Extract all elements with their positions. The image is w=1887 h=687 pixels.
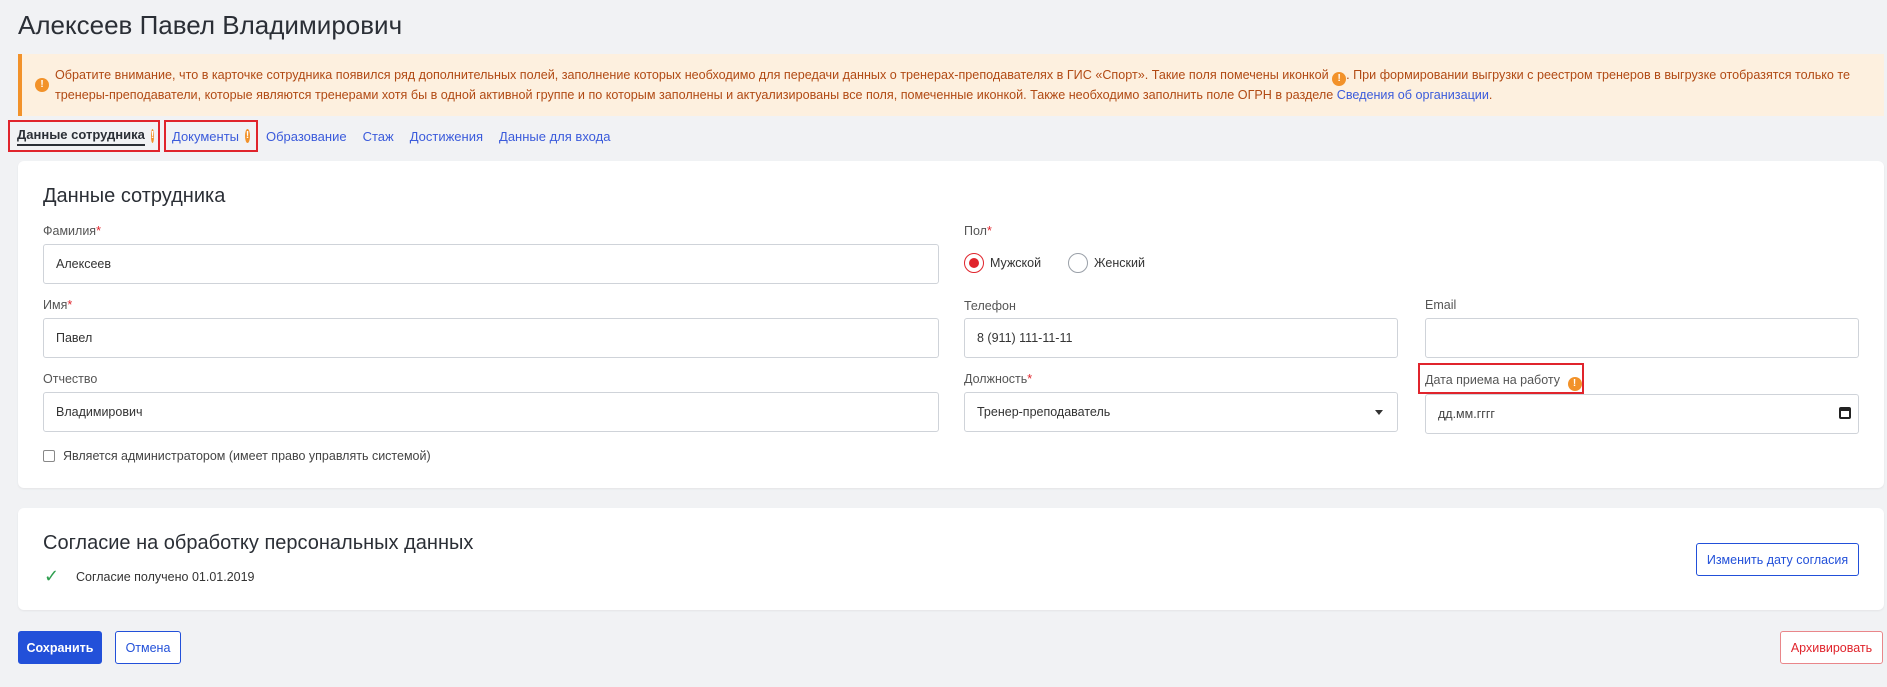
save-button[interactable]: Сохранить [18, 631, 102, 664]
warning-icon: ! [245, 129, 250, 143]
warning-icon: ! [35, 78, 49, 92]
check-icon: ✓ [44, 566, 60, 586]
radio-label: Мужской [990, 256, 1042, 270]
is-admin-label: Является администратором (имеет право уп… [63, 449, 431, 463]
warning-icon: ! [1332, 72, 1347, 86]
alert-text-after: . [1488, 88, 1493, 102]
hire-date-input[interactable]: дд.мм.гггг [1425, 394, 1859, 434]
cancel-button[interactable]: Отмена [115, 631, 181, 664]
firstname-input[interactable]: Павел [43, 318, 939, 358]
hire-date-label: Дата приема на работу ! [1425, 373, 1582, 391]
organization-info-link[interactable]: Сведения об организации [1337, 88, 1489, 102]
caret-down-icon [1375, 410, 1383, 415]
middlename-label: Отчество [43, 372, 98, 386]
tab-achievements[interactable]: Достижения [402, 120, 491, 152]
tab-documents[interactable]: Документы ! [164, 120, 258, 152]
email-label: Email [1425, 298, 1457, 312]
firstname-label: Имя* [43, 298, 73, 312]
position-select[interactable]: Тренер-преподаватель [964, 392, 1398, 432]
employee-data-card: Данные сотрудника Фамилия* Алексеев Имя*… [18, 161, 1884, 488]
gender-label: Пол* [964, 224, 992, 238]
tab-label: Данные сотрудника [17, 127, 145, 146]
tab-education[interactable]: Образование [258, 120, 355, 152]
tab-login-data[interactable]: Данные для входа [491, 120, 618, 152]
warning-alert: ! Обратите внимание, что в карточке сотр… [18, 54, 1884, 116]
consent-status: Согласие получено 01.01.2019 [76, 570, 255, 584]
tab-employee-data[interactable]: Данные сотрудника ! [8, 120, 160, 152]
phone-input[interactable]: 8 (911) 111-11-11 [964, 318, 1398, 358]
change-consent-date-button[interactable]: Изменить дату согласия [1696, 543, 1859, 576]
middlename-input[interactable]: Владимирович [43, 392, 939, 432]
section-title: Данные сотрудника [43, 185, 226, 207]
is-admin-checkbox[interactable] [43, 450, 55, 462]
position-value: Тренер-преподаватель [977, 405, 1111, 419]
tabs-bar: Данные сотрудника ! Документы ! Образова… [8, 120, 618, 152]
radio-circle [1068, 253, 1088, 273]
tab-label: Документы [172, 128, 240, 144]
warning-icon: ! [150, 129, 155, 143]
alert-text-before: Обратите внимание, что в карточке сотруд… [55, 68, 1333, 82]
warning-icon: ! [1567, 377, 1582, 391]
calendar-icon[interactable] [1839, 407, 1851, 419]
archive-button[interactable]: Архивировать [1780, 631, 1883, 664]
gender-male-radio[interactable]: Мужской [964, 253, 1041, 273]
position-label: Должность* [964, 372, 1033, 386]
lastname-input[interactable]: Алексеев [43, 244, 939, 284]
consent-title: Согласие на обработку персональных данны… [43, 532, 474, 554]
phone-label: Телефон [964, 299, 1016, 313]
radio-label: Женский [1094, 256, 1145, 270]
page-title: Алексеев Павел Владимирович [18, 10, 403, 40]
tab-experience[interactable]: Стаж [355, 120, 402, 152]
email-input[interactable] [1425, 318, 1859, 358]
consent-card: Согласие на обработку персональных данны… [18, 508, 1884, 610]
gender-female-radio[interactable]: Женский [1068, 253, 1145, 273]
lastname-label: Фамилия* [43, 224, 101, 238]
radio-circle [964, 253, 984, 273]
is-admin-row: Является администратором (имеет право уп… [43, 449, 431, 463]
